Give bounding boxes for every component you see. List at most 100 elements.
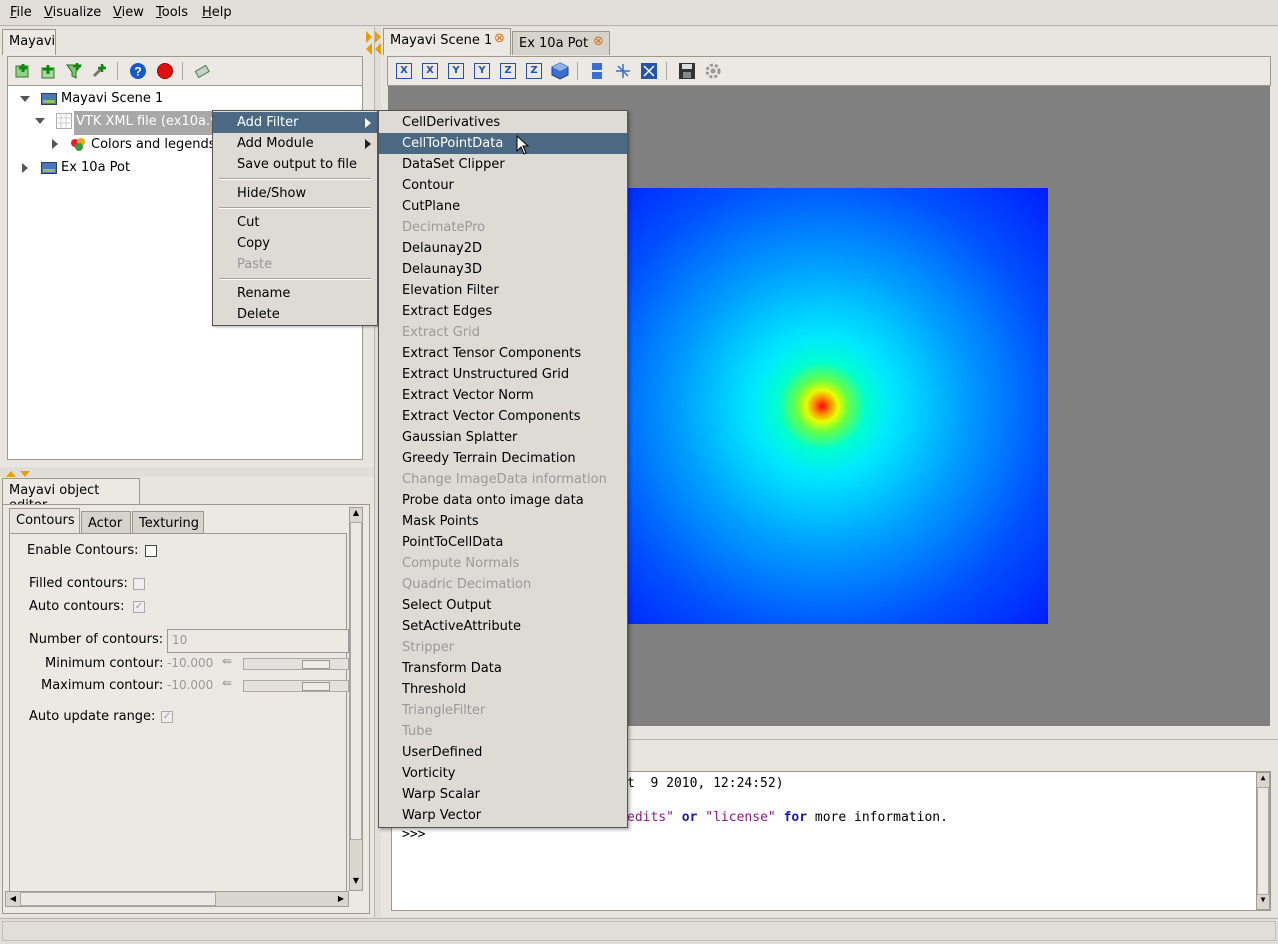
menu-item-add-module[interactable]: Add Module <box>213 133 377 154</box>
shell-scrollbar[interactable]: ▲ ▼ <box>1256 772 1270 910</box>
submenu-item-gaussian-splatter[interactable]: Gaussian Splatter <box>379 427 627 448</box>
submenu-item-quadric-decimation[interactable]: Quadric Decimation <box>379 574 627 595</box>
view-z-plus-icon[interactable]: Z <box>500 63 516 79</box>
add-module-icon[interactable] <box>91 62 109 80</box>
tab-mayavi[interactable]: Mayavi <box>2 29 56 55</box>
editor-scrollbar-vertical[interactable]: ▲ ▼ <box>349 507 363 891</box>
full-screen-icon[interactable] <box>640 62 658 80</box>
submenu-item-change-imagedata-information[interactable]: Change ImageData information <box>379 469 627 490</box>
submenu-item-cellderivatives[interactable]: CellDerivatives <box>379 112 627 133</box>
submenu-item-mask-points[interactable]: Mask Points <box>379 511 627 532</box>
submenu-item-vorticity[interactable]: Vorticity <box>379 763 627 784</box>
auto-contours-checkbox[interactable]: ✓ <box>133 601 145 613</box>
add-filter-icon[interactable] <box>65 62 83 80</box>
scroll-thumb[interactable] <box>1257 787 1269 895</box>
min-contour-slider[interactable] <box>243 658 349 670</box>
editor-scrollbar-horizontal[interactable]: ◀ ▶ <box>5 891 349 907</box>
tab-object-editor[interactable]: Mayavi object editor <box>2 478 140 513</box>
scroll-thumb[interactable] <box>350 522 362 840</box>
tab-contours[interactable]: Contours <box>9 508 80 533</box>
tree-item-vtk-file[interactable]: VTK XML file (ex10a.vtu) <box>74 111 214 135</box>
enable-contours-checkbox[interactable] <box>145 545 157 557</box>
submenu-item-cutplane[interactable]: CutPlane <box>379 196 627 217</box>
add-source-icon[interactable] <box>40 63 56 79</box>
submenu-item-extract-grid[interactable]: Extract Grid <box>379 322 627 343</box>
view-y-plus-icon[interactable]: Y <box>448 63 464 79</box>
submenu-item-trianglefilter[interactable]: TriangleFilter <box>379 700 627 721</box>
menu-item-hide-show[interactable]: Hide/Show <box>213 183 377 204</box>
axes-icon[interactable] <box>614 62 632 80</box>
collapse-arrow-icon[interactable] <box>22 163 28 173</box>
slider-thumb[interactable] <box>302 660 330 669</box>
submenu-item-transform-data[interactable]: Transform Data <box>379 658 627 679</box>
scroll-down-arrow-icon[interactable]: ▼ <box>350 876 362 890</box>
submenu-item-extract-unstructured-grid[interactable]: Extract Unstructured Grid <box>379 364 627 385</box>
menu-file[interactable]: File <box>10 5 32 20</box>
menu-item-cut[interactable]: Cut <box>213 212 377 233</box>
close-tab-icon[interactable]: ⊗ <box>593 34 604 49</box>
submenu-item-extract-edges[interactable]: Extract Edges <box>379 301 627 322</box>
submenu-item-userdefined[interactable]: UserDefined <box>379 742 627 763</box>
tab-ex10a-pot[interactable]: Ex 10a Pot ⊗ <box>512 31 610 55</box>
tree-item-colors-legends[interactable]: Colors and legends <box>91 137 216 157</box>
submenu-item-threshold[interactable]: Threshold <box>379 679 627 700</box>
submenu-item-delaunay3d[interactable]: Delaunay3D <box>379 259 627 280</box>
submenu-item-delaunay2d[interactable]: Delaunay2D <box>379 238 627 259</box>
tab-mayavi-scene-1[interactable]: Mayavi Scene 1 ⊗ <box>383 28 511 55</box>
submenu-item-extract-vector-components[interactable]: Extract Vector Components <box>379 406 627 427</box>
submenu-item-probe-data-onto-image-data[interactable]: Probe data onto image data <box>379 490 627 511</box>
submenu-item-setactiveattribute[interactable]: SetActiveAttribute <box>379 616 627 637</box>
tab-actor[interactable]: Actor <box>81 511 131 533</box>
double-arrow-left-icon[interactable]: ⇚ <box>222 654 232 668</box>
submenu-item-stripper[interactable]: Stripper <box>379 637 627 658</box>
scroll-thumb[interactable] <box>20 892 216 906</box>
view-y-minus-icon[interactable]: Y <box>474 63 490 79</box>
submenu-item-select-output[interactable]: Select Output <box>379 595 627 616</box>
submenu-item-pointtocelldata[interactable]: PointToCellData <box>379 532 627 553</box>
submenu-item-extract-vector-norm[interactable]: Extract Vector Norm <box>379 385 627 406</box>
submenu-item-warp-vector[interactable]: Warp Vector <box>379 805 627 826</box>
view-x-plus-icon[interactable]: X <box>396 63 412 79</box>
configure-icon[interactable] <box>704 62 722 80</box>
menu-item-delete[interactable]: Delete <box>213 304 377 325</box>
menu-tools[interactable]: Tools <box>156 5 188 20</box>
record-icon[interactable] <box>156 62 174 80</box>
collapse-arrow-icon[interactable] <box>52 139 58 149</box>
save-icon[interactable] <box>678 62 696 80</box>
add-scene-icon[interactable] <box>15 63 31 79</box>
scroll-left-arrow-icon[interactable]: ◀ <box>6 892 20 906</box>
help-icon[interactable]: ? <box>129 62 147 80</box>
scroll-up-arrow-icon[interactable]: ▲ <box>1257 773 1269 787</box>
edit-preferences-icon[interactable] <box>193 62 211 80</box>
menu-view[interactable]: View <box>113 5 144 20</box>
submenu-item-contour[interactable]: Contour <box>379 175 627 196</box>
tree-item-ex10a-pot[interactable]: Ex 10a Pot <box>61 160 130 180</box>
submenu-item-warp-scalar[interactable]: Warp Scalar <box>379 784 627 805</box>
menu-item-copy[interactable]: Copy <box>213 233 377 254</box>
submenu-item-dataset-clipper[interactable]: DataSet Clipper <box>379 154 627 175</box>
submenu-item-compute-normals[interactable]: Compute Normals <box>379 553 627 574</box>
expand-arrow-icon[interactable] <box>20 96 30 102</box>
submenu-item-greedy-terrain-decimation[interactable]: Greedy Terrain Decimation <box>379 448 627 469</box>
menu-help[interactable]: Help <box>202 5 232 20</box>
submenu-item-decimatepro[interactable]: DecimatePro <box>379 217 627 238</box>
menu-item-save-output[interactable]: Save output to file <box>213 154 377 175</box>
parallel-projection-icon[interactable] <box>588 62 606 80</box>
menu-item-paste[interactable]: Paste <box>213 254 377 275</box>
scroll-down-arrow-icon[interactable]: ▼ <box>1257 895 1269 909</box>
expand-arrow-icon[interactable] <box>35 118 45 124</box>
isometric-view-icon[interactable] <box>551 62 569 80</box>
view-x-minus-icon[interactable]: X <box>422 63 438 79</box>
number-contours-input[interactable]: 10 <box>167 629 349 653</box>
filled-contours-checkbox[interactable] <box>133 578 145 590</box>
scroll-up-arrow-icon[interactable]: ▲ <box>350 508 362 522</box>
splitter-handle[interactable] <box>4 467 34 477</box>
menu-item-rename[interactable]: Rename <box>213 283 377 304</box>
slider-thumb[interactable] <box>302 682 330 691</box>
submenu-item-elevation-filter[interactable]: Elevation Filter <box>379 280 627 301</box>
collapse-arrow-icon[interactable] <box>366 31 372 55</box>
max-contour-slider[interactable] <box>243 680 349 692</box>
close-tab-icon[interactable]: ⊗ <box>494 31 505 46</box>
auto-update-checkbox[interactable]: ✓ <box>161 711 173 723</box>
submenu-item-celltopointdata[interactable]: CellToPointData <box>379 133 627 154</box>
